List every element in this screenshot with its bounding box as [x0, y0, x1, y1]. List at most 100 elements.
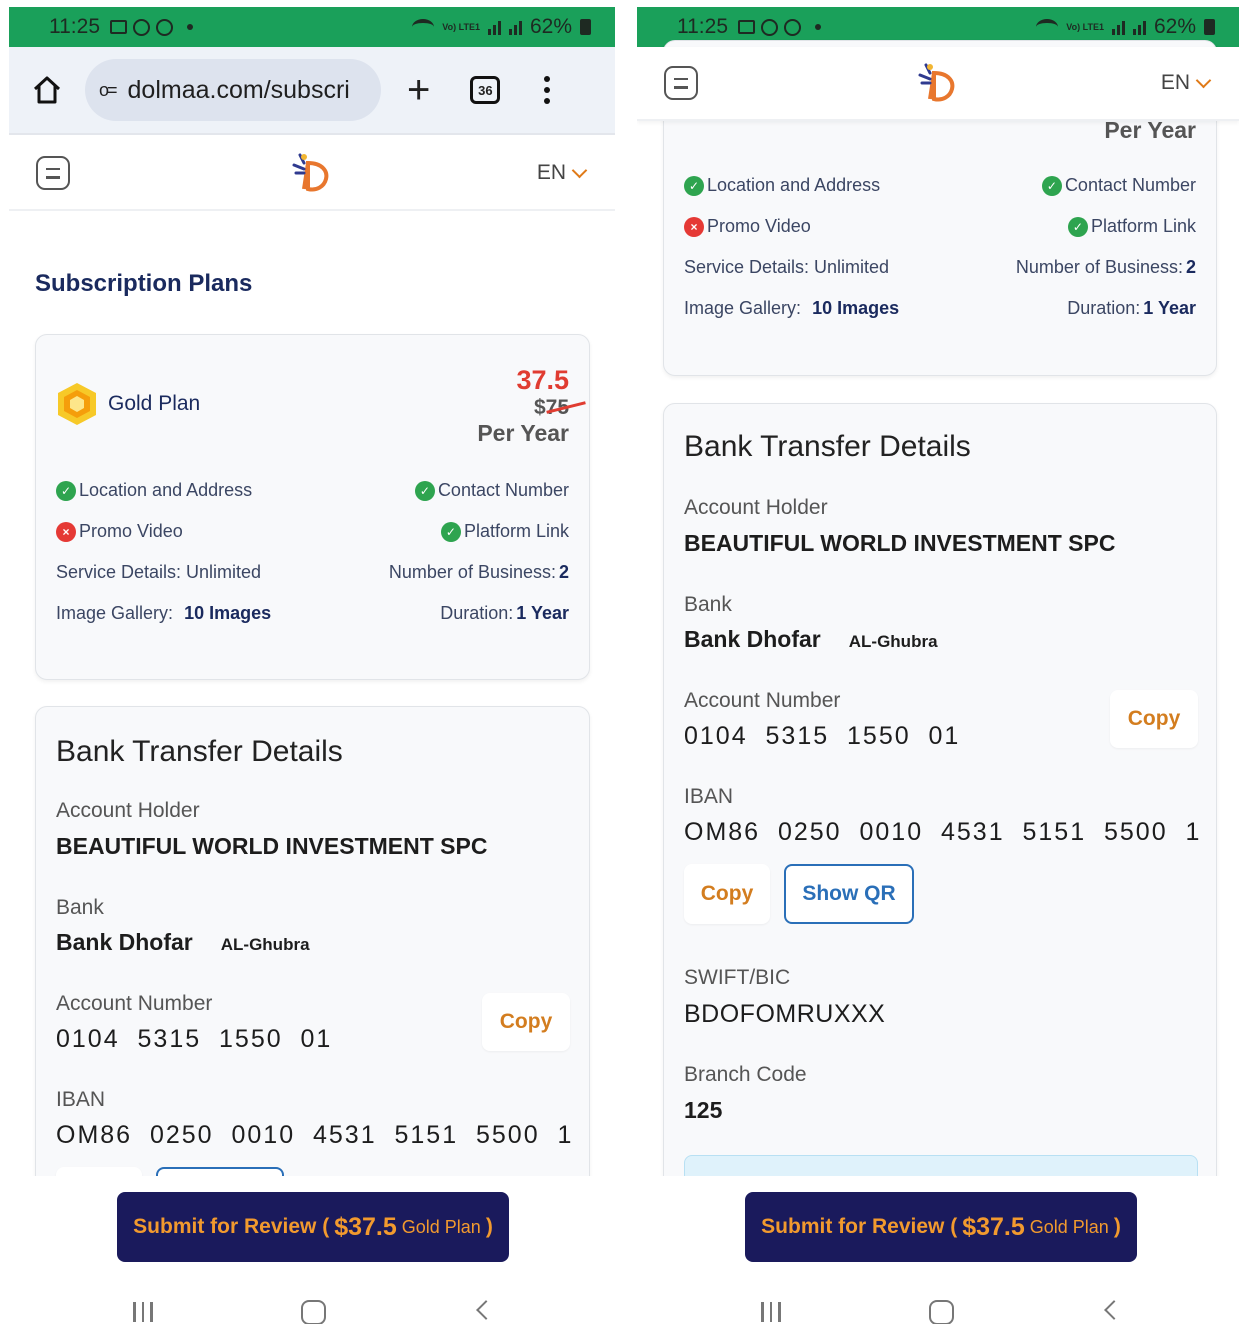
bank-transfer-title: Bank Transfer Details	[684, 430, 971, 463]
system-nav-bar	[637, 1280, 1239, 1324]
language-selector[interactable]: EN	[537, 161, 588, 185]
signal-icon	[487, 19, 501, 35]
battery-icon	[1204, 19, 1215, 35]
home-nav-icon[interactable]	[929, 1300, 954, 1324]
account-number-value: 0104 5315 1550 01	[56, 1025, 333, 1053]
back-icon[interactable]	[1104, 1300, 1124, 1320]
account-holder-value: BEAUTIFUL WORLD INVESTMENT SPC	[684, 530, 1116, 556]
recent-apps-icon[interactable]	[133, 1302, 153, 1322]
home-nav-icon[interactable]	[301, 1300, 326, 1324]
bank-value: Bank Dhofar AL-Ghubra	[684, 626, 938, 652]
gallery-icon	[110, 20, 127, 34]
feature-contact: ✓ Contact Number	[414, 480, 569, 501]
submit-review-button[interactable]: Submit for Review ($37.5 Gold Plan)	[745, 1192, 1137, 1262]
bank-transfer-card: Bank Transfer Details Account Holder BEA…	[663, 403, 1217, 1203]
account-holder-label: Account Holder	[56, 799, 200, 822]
check-icon: ✓	[440, 521, 461, 542]
bank-transfer-title: Bank Transfer Details	[56, 735, 343, 768]
check-icon: ✓	[1041, 175, 1062, 196]
copy-account-button[interactable]: Copy	[482, 993, 570, 1051]
dolmaa-logo[interactable]	[916, 61, 960, 105]
app-header: EN	[9, 137, 615, 211]
price-new: 37.5	[516, 365, 569, 395]
account-number-label: Account Number	[56, 992, 213, 1015]
cross-icon: ×	[56, 521, 76, 542]
swift-value: BDOFOMRUXXX	[684, 1000, 886, 1028]
tab-switcher-icon[interactable]: 36	[470, 76, 501, 104]
site-settings-icon[interactable]: o=	[99, 80, 117, 101]
more-options-icon[interactable]	[544, 76, 551, 104]
page-title: Subscription Plans	[35, 270, 253, 297]
menu-icon[interactable]	[36, 156, 70, 190]
price-old: $75	[534, 396, 586, 420]
iban-value: OM86 0250 0010 4531 5151 5500 1	[56, 1121, 574, 1149]
battery-percent: 62%	[529, 15, 572, 38]
submit-review-button[interactable]: Submit for Review ($37.5 Gold Plan)	[117, 1192, 509, 1262]
gold-badge-icon	[58, 383, 96, 425]
swift-label: SWIFT/BIC	[684, 966, 791, 989]
account-holder-label: Account Holder	[684, 496, 828, 519]
home-icon[interactable]	[31, 74, 63, 106]
feature-gallery: Image Gallery: 10 Images	[56, 603, 272, 623]
dolmaa-logo[interactable]	[290, 151, 334, 195]
url-bar[interactable]: o= dolmaa.com/subscri	[85, 59, 381, 121]
plan-name: Gold Plan	[108, 392, 201, 415]
account-number-label: Account Number	[684, 689, 841, 712]
recent-apps-icon[interactable]	[761, 1302, 781, 1322]
wifi-icon	[1036, 19, 1059, 35]
feature-business: Number of Business: 2	[1015, 257, 1196, 277]
copy-iban-button[interactable]: Copy	[684, 864, 770, 924]
status-time: 11:25	[677, 15, 728, 38]
feature-promo: × Promo Video	[56, 521, 183, 542]
price-period: Per Year	[477, 420, 569, 446]
language-selector[interactable]: EN	[1161, 71, 1212, 95]
iban-value: OM86 0250 0010 4531 5151 5500 1	[684, 818, 1202, 846]
wifi-icon	[412, 19, 435, 35]
feature-duration: Duration: 1 Year	[440, 603, 569, 623]
notification-dot-icon	[815, 24, 821, 30]
check-icon: ✓	[414, 480, 435, 501]
feature-duration: Duration: 1 Year	[1067, 298, 1196, 318]
check-icon: ✓	[56, 480, 76, 501]
feature-promo: × Promo Video	[684, 216, 811, 237]
bank-value: Bank Dhofar AL-Ghubra	[56, 929, 310, 955]
gallery-icon	[738, 20, 755, 34]
battery-icon	[580, 19, 591, 35]
feature-contact: ✓ Contact Number	[1041, 175, 1196, 196]
feature-location: ✓ Location and Address	[684, 175, 880, 196]
new-tab-icon[interactable]: +	[407, 70, 430, 110]
account-holder-value: BEAUTIFUL WORLD INVESTMENT SPC	[56, 833, 488, 859]
plan-price: 37.5 $75 Per Year	[477, 365, 586, 447]
right-screenshot: 11:25 Vo) LTE1 62% Per Year ✓ Location an…	[637, 0, 1239, 1324]
signal-icon-2	[508, 19, 522, 35]
browser-toolbar: o= dolmaa.com/subscri + 36	[9, 47, 615, 135]
whatsapp-icon	[156, 18, 173, 36]
show-qr-button[interactable]: Show QR	[784, 864, 914, 924]
feature-platform: ✓ Platform Link	[440, 521, 569, 542]
feature-business: Number of Business: 2	[388, 562, 569, 582]
feature-service: Service Details: Unlimited	[56, 562, 262, 582]
feature-platform: ✓ Platform Link	[1067, 216, 1196, 237]
bank-label: Bank	[56, 896, 104, 919]
plan-card: Gold Plan 37.5 $75 Per Year ✓Location an…	[35, 334, 590, 680]
instagram-icon	[761, 18, 778, 36]
battery-percent: 62%	[1153, 15, 1196, 38]
feature-location: ✓ Location and Address	[56, 480, 252, 501]
volte-icon: Vo) LTE1	[442, 21, 480, 32]
branch-name: AL-Ghubra	[848, 632, 938, 651]
account-number-value: 0104 5315 1550 01	[684, 722, 961, 750]
chevron-down-icon	[571, 162, 588, 178]
app-header: EN	[637, 47, 1239, 121]
copy-account-button[interactable]: Copy	[1110, 690, 1198, 748]
back-icon[interactable]	[476, 1300, 496, 1320]
system-nav-bar	[9, 1280, 615, 1324]
check-icon: ✓	[684, 175, 704, 196]
signal-icon-2	[1132, 19, 1146, 35]
menu-icon[interactable]	[664, 66, 698, 100]
cross-icon: ×	[684, 216, 704, 237]
whatsapp-icon	[784, 18, 801, 36]
chevron-down-icon	[1195, 72, 1212, 88]
iban-label: IBAN	[56, 1088, 106, 1111]
status-bar: 11:25 Vo) LTE1 62%	[9, 7, 615, 47]
left-screenshot: 11:25 Vo) LTE1 62% o= dolmaa.com/subscri…	[9, 0, 615, 1324]
